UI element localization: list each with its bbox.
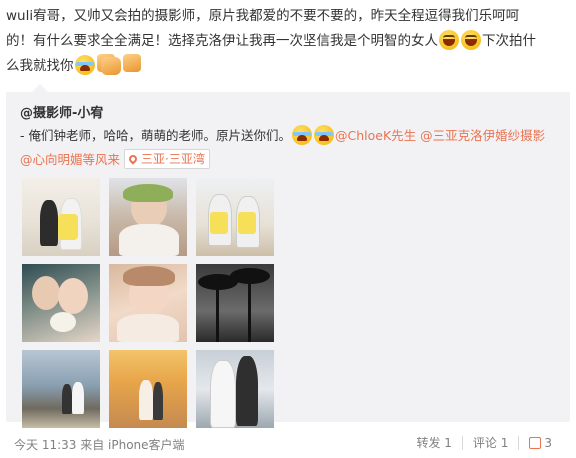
post-line-1: wuli宥哥，又帅又会拍的摄影师，原片我都爱的不要不要的，昨天全程逗得我们乐呵呵 [6, 8, 520, 24]
photo-thumbnail[interactable] [22, 264, 100, 342]
like-button[interactable]: 3 [519, 436, 562, 450]
fist-emoji-icon [100, 57, 121, 75]
location-label: 三亚·三亚湾 [141, 152, 205, 166]
photo-thumbnail[interactable] [109, 350, 187, 428]
like-count: 3 [544, 435, 552, 450]
location-pin-icon [127, 153, 139, 165]
laugh-cry-emoji-icon [74, 55, 95, 75]
thumbs-up-emoji-icon [122, 54, 141, 72]
post-actions: 转发 1 评论 1 3 [406, 434, 562, 451]
repost-text: - 俺们钟老师，哈哈，萌萌的老师。原片送你们。 @ChloeK先生 @三亚克洛伊婚… [20, 124, 560, 172]
post-footer: 今天 11:33 来自 iPhone客户端 转发 1 评论 1 3 [0, 428, 576, 458]
mention-link[interactable]: @心向明媚等风来 [20, 152, 120, 167]
photo-thumbnail[interactable] [109, 264, 187, 342]
repost-author-link[interactable]: @摄影师-小宥 [20, 102, 103, 121]
post-line-2b: 下次拍什 [482, 33, 536, 49]
forward-button[interactable]: 转发 1 [406, 434, 461, 451]
location-tag[interactable]: 三亚·三亚湾 [124, 149, 210, 169]
post-text: wuli宥哥，又帅又会拍的摄影师，原片我都爱的不要不要的，昨天全程逗得我们乐呵呵… [6, 4, 566, 79]
post-line-3: 么我就找你 [6, 58, 74, 74]
post-line-2a: 的！有什么要求全全满足！选择克洛伊让我再一次坚信我是个明智的女人 [6, 33, 438, 49]
mention-link[interactable]: @ChloeK先生 [335, 128, 416, 143]
photo-thumbnail[interactable] [22, 350, 100, 428]
photo-thumbnail[interactable] [22, 178, 100, 256]
mention-link[interactable]: @三亚克洛伊婚纱摄影 [420, 128, 545, 143]
laugh-cry-emoji-icon [292, 125, 312, 145]
photo-thumbnail[interactable] [196, 264, 274, 342]
repost-body: - 俺们钟老师，哈哈，萌萌的老师。原片送你们。 [20, 128, 291, 143]
photo-thumbnail[interactable] [196, 350, 274, 428]
laugh-cry-emoji-icon [314, 125, 334, 145]
thumbs-up-icon [529, 436, 542, 449]
repost-card: @摄影师-小宥 - 俺们钟老师，哈哈，萌萌的老师。原片送你们。 @ChloeK先生… [6, 84, 570, 428]
laugh-emoji-icon [439, 30, 459, 50]
photo-thumbnail[interactable] [196, 178, 274, 256]
laugh-emoji-icon [461, 30, 481, 50]
photo-thumbnail[interactable] [109, 178, 187, 256]
comment-button[interactable]: 评论 1 [463, 434, 518, 451]
post-meta[interactable]: 今天 11:33 来自 iPhone客户端 [14, 436, 185, 453]
